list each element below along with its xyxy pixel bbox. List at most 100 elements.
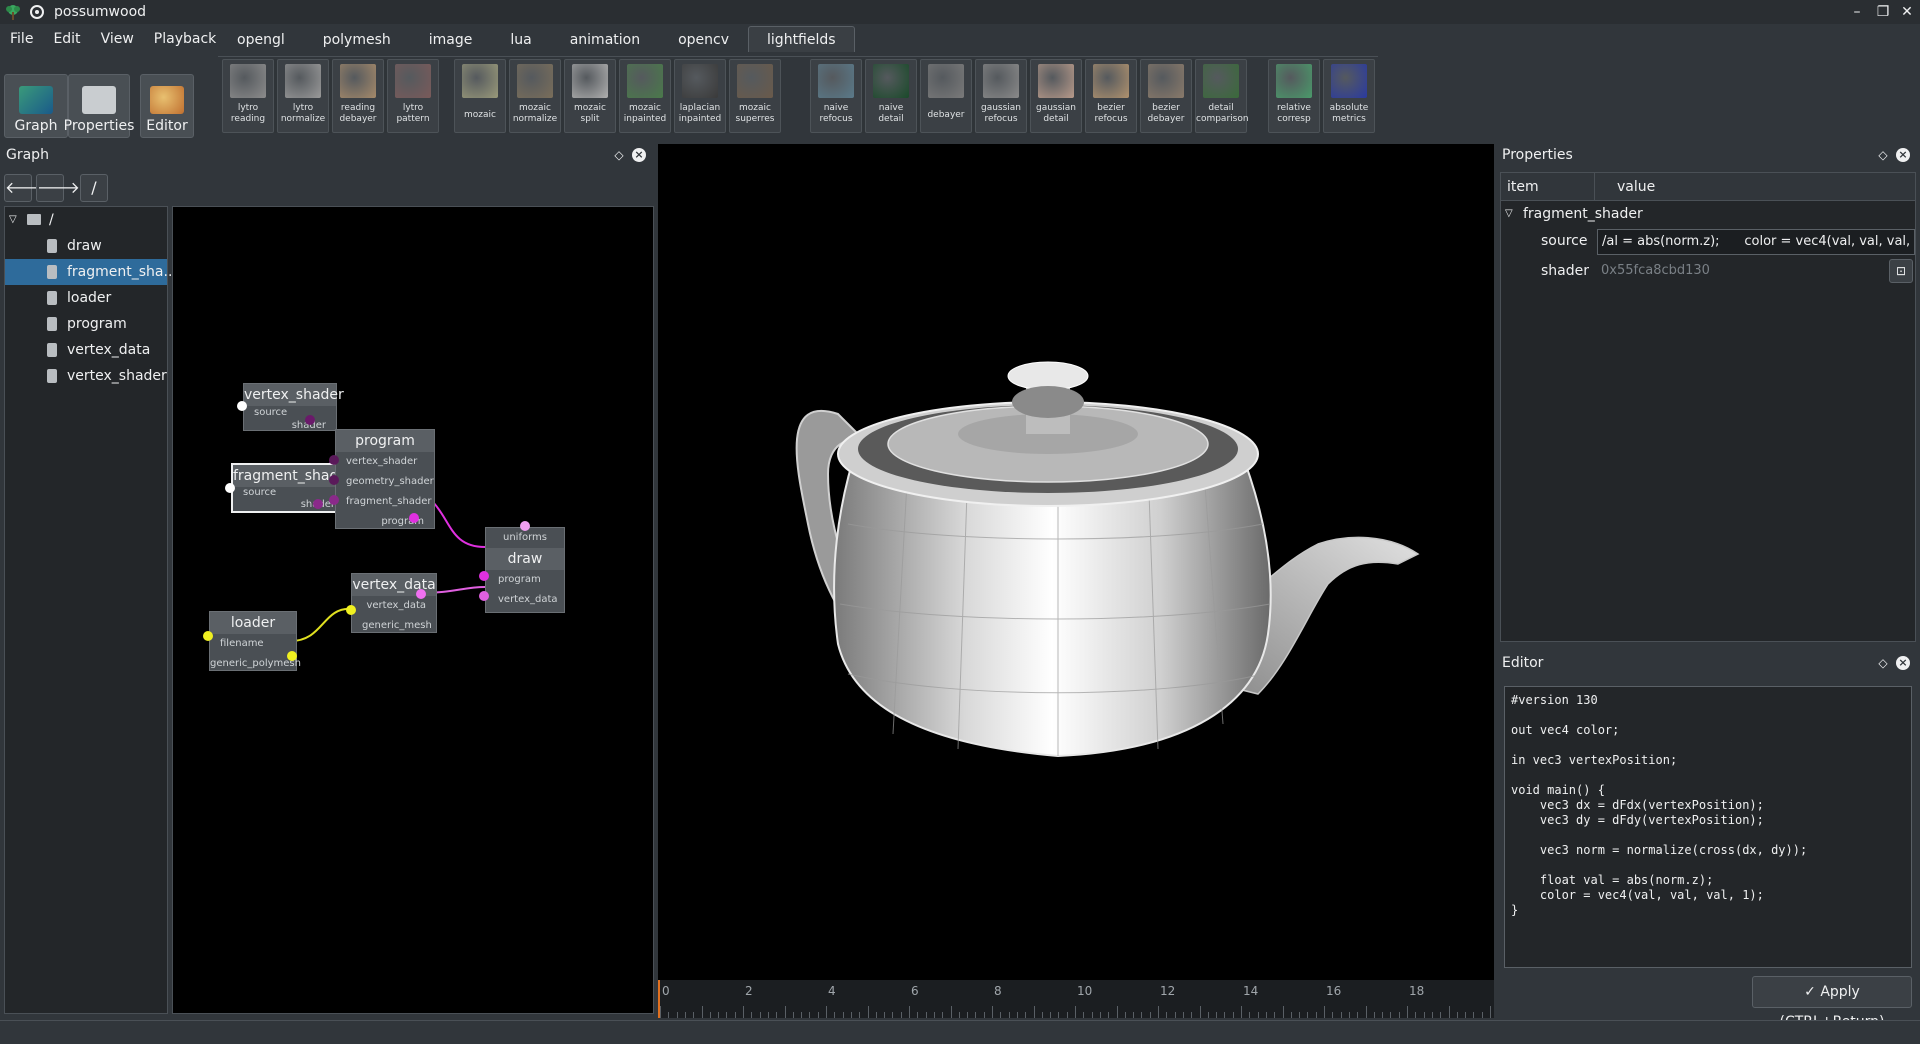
port-dot[interactable] [329,455,339,465]
close-icon[interactable]: × [1896,656,1910,670]
tab-animation[interactable]: animation [550,26,660,52]
toolbar-thumbnail-icon [1203,64,1239,98]
toolbar-button-mozaic-split[interactable]: mozaic split [564,59,616,133]
float-icon[interactable]: ◇ [1876,656,1890,670]
source-field[interactable]: /al = abs(norm.z); color = vec4(val, val… [1597,229,1915,255]
toolbar-button-lytro-pattern[interactable]: lytro pattern [387,59,439,133]
close-icon[interactable]: × [632,148,646,162]
toolbar-button-bezier-debayer[interactable]: bezier debayer [1140,59,1192,133]
port-dot[interactable] [313,499,323,509]
toolbar-button-naive-detail[interactable]: naive detail [865,59,917,133]
3d-viewport[interactable] [658,144,1494,1018]
port-dot[interactable] [237,401,247,411]
chevron-down-icon[interactable]: ▽ [1505,201,1513,227]
port-dot[interactable] [203,631,213,641]
node-draw[interactable]: uniforms draw program vertex_data [485,527,565,613]
node-loader[interactable]: loader filename generic_polymesh [209,611,301,671]
chevron-down-icon[interactable]: ▽ [9,207,17,233]
toolbar-button-relative-corresp[interactable]: relative corresp [1268,59,1320,133]
tab-lightfields[interactable]: lightfields [748,26,855,52]
port-dot[interactable] [409,513,419,523]
tree-item[interactable]: vertex_shader [5,363,167,389]
toolbar-button-bezier-refocus[interactable]: bezier refocus [1085,59,1137,133]
tab-lua[interactable]: lua [491,26,551,52]
port-dot[interactable] [287,651,297,661]
toolbar-button-laplacian-inpainted[interactable]: laplacian inpainted [674,59,726,133]
properties-mode-button[interactable]: Properties [64,74,134,138]
back-button[interactable]: 🡐 [4,174,48,202]
editor-mode-button[interactable]: Editor [140,74,194,138]
comment-icon[interactable]: ⊡ [1889,259,1913,283]
menu-view[interactable]: View [91,31,144,47]
tree-item[interactable]: draw [5,233,167,259]
toolbar-button-mozaic-inpainted[interactable]: mozaic inpainted [619,59,671,133]
tab-image[interactable]: image [409,26,492,52]
toolbar-button-lytro-reading[interactable]: lytro reading [222,59,274,133]
node-title: program [336,430,434,452]
port-dot[interactable] [520,521,530,531]
port-dot[interactable] [346,605,356,615]
property-name: source [1541,233,1588,249]
toolbar-button-reading-debayer[interactable]: reading debayer [332,59,384,133]
close-button[interactable]: ✕ [1896,2,1918,22]
toolbar-button-absolute-metrics[interactable]: absolute metrics [1323,59,1375,133]
toolbar-button-label: detail comparison [1196,103,1249,124]
timeline-tick [767,1012,769,1018]
toolbar-button-label: mozaic split [574,103,606,124]
close-icon[interactable]: × [1896,148,1910,162]
node-vertex-data[interactable]: vertex_data vertex_data generic_mesh [351,573,437,633]
float-icon[interactable]: ◇ [612,148,626,162]
tab-opengl[interactable]: opengl [218,26,304,52]
menu-file[interactable]: File [0,31,43,47]
port-dot[interactable] [329,495,339,505]
tree-item[interactable]: vertex_data [5,337,167,363]
toolbar-button-gaussian-refocus[interactable]: gaussian refocus [975,59,1027,133]
apply-button[interactable]: ✓ Apply (CTRL+Return) [1752,976,1912,1030]
forward-button[interactable]: 🡒 [36,174,80,202]
menu-playback[interactable]: Playback [144,31,226,47]
toolbar-button-naive-refocus[interactable]: naive refocus [810,59,862,133]
maximize-button[interactable]: ❐ [1872,2,1894,22]
menu-edit[interactable]: Edit [43,31,90,47]
float-icon[interactable]: ◇ [1876,148,1890,162]
timeline-tick [1124,1012,1126,1018]
path-breadcrumb[interactable]: / [80,174,108,202]
port-dot[interactable] [329,475,339,485]
minimize-button[interactable]: – [1846,2,1868,22]
node-fragment-shader[interactable]: fragment_shader source shader [231,463,353,513]
property-group[interactable]: ▽ fragment_shader [1501,201,1915,227]
tab-opencv[interactable]: opencv [659,26,749,52]
toolbar-button-debayer[interactable]: debayer [920,59,972,133]
timeline[interactable]: 0 2 4 6 8 10 12 14 16 18 [658,980,1494,1018]
tab-polymesh[interactable]: polymesh [303,26,410,52]
toolbar-button-lytro-normalize[interactable]: lytro normalize [277,59,329,133]
pin-icon[interactable] [30,5,44,19]
timeline-tick [1033,1006,1035,1018]
toolbar-button-mozaic-superres[interactable]: mozaic superres [729,59,781,133]
tree-item[interactable]: program [5,311,167,337]
tree-root[interactable]: ▽ / [5,207,167,233]
port-dot[interactable] [416,589,426,599]
node-vertex-shader[interactable]: vertex_shader source shader [243,383,344,431]
window-title: possumwood [54,4,147,20]
node-title: vertex_shader [244,384,344,406]
toolbar-button-gaussian-detail[interactable]: gaussian detail [1030,59,1082,133]
timeline-tick [917,1012,919,1018]
port-dot[interactable] [479,591,489,601]
scene-tree: ▽ / draw fragment_sha... loader program vert… [4,206,177,1014]
tree-item[interactable]: loader [5,285,167,311]
toolbar-button-detail-comparison[interactable]: detail comparison [1195,59,1249,133]
node-program[interactable]: program vertex_shader geometry_shader fr… [335,429,435,529]
port-dot[interactable] [305,415,315,425]
toolbar-button-mozaic-normalize[interactable]: mozaic normalize [509,59,561,133]
toolbar-thumbnail-icon [627,64,663,98]
port-dot[interactable] [479,571,489,581]
tree-item[interactable]: fragment_sha... [5,259,177,285]
graph-mode-button[interactable]: Graph [4,74,68,138]
port-dot[interactable] [225,483,235,493]
node-icon [47,343,57,357]
toolbar-group-refocus: naive refocus naive detail debayer gaussian… [810,59,1249,133]
toolbar-button-mozaic[interactable]: mozaic [454,59,506,133]
node-graph-canvas[interactable]: vertex_shader source shader fragment_sha… [172,206,654,1014]
code-editor[interactable]: #version 130 out vec4 color; in vec3 ver… [1504,686,1912,968]
